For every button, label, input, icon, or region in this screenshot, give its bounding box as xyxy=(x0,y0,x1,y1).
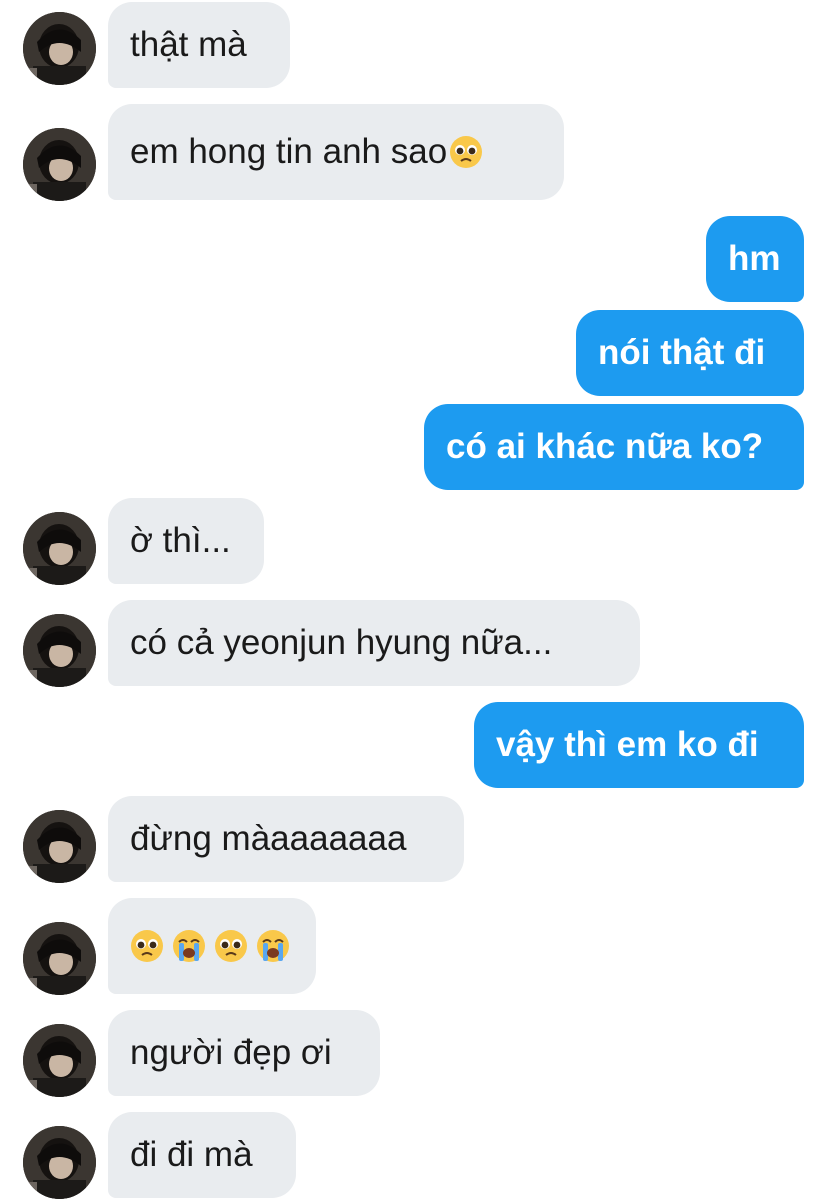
message-row xyxy=(0,898,828,995)
outgoing-message-bubble[interactable]: có ai khác nữa ko? xyxy=(424,404,804,490)
avatar[interactable] xyxy=(23,810,96,883)
message-row: đi đi mà xyxy=(0,1112,828,1199)
avatar-photo-icon xyxy=(23,810,96,883)
incoming-message-bubble[interactable]: em hong tin anh sao xyxy=(108,104,564,200)
pleading-face-icon xyxy=(131,930,163,962)
outgoing-message-bubble[interactable]: vậy thì em ko đi xyxy=(474,702,804,788)
avatar-photo-icon xyxy=(23,12,96,85)
message-row: thật mà xyxy=(0,2,828,88)
incoming-message-bubble[interactable]: đừng màaaaaaaa xyxy=(108,796,464,882)
message-text: em hong tin anh sao xyxy=(130,132,448,171)
avatar[interactable] xyxy=(23,12,96,85)
avatar[interactable] xyxy=(23,922,96,995)
message-row: vậy thì em ko đi xyxy=(0,702,828,788)
avatar-photo-icon xyxy=(23,614,96,687)
avatar[interactable] xyxy=(23,128,96,201)
avatar[interactable] xyxy=(23,1024,96,1097)
loudly-crying-face-icon xyxy=(257,930,289,962)
avatar[interactable] xyxy=(23,614,96,687)
incoming-emoji-bubble[interactable] xyxy=(108,898,316,994)
loudly-crying-face-icon xyxy=(173,930,205,962)
avatar-photo-icon xyxy=(23,922,96,995)
avatar[interactable] xyxy=(23,512,96,585)
incoming-message-bubble[interactable]: đi đi mà xyxy=(108,1112,296,1198)
avatar[interactable] xyxy=(23,1126,96,1199)
message-row: hm xyxy=(0,216,828,302)
incoming-message-bubble[interactable]: thật mà xyxy=(108,2,290,88)
pleading-face-icon xyxy=(215,930,247,962)
message-row: có cả yeonjun hyung nữa... xyxy=(0,600,828,687)
incoming-message-bubble[interactable]: ờ thì... xyxy=(108,498,264,584)
message-row: ờ thì... xyxy=(0,498,828,585)
avatar-photo-icon xyxy=(23,1024,96,1097)
message-row: nói thật đi xyxy=(0,310,828,396)
message-row: có ai khác nữa ko? xyxy=(0,404,828,490)
message-row: đừng màaaaaaaa xyxy=(0,796,828,883)
avatar-photo-icon xyxy=(23,1126,96,1199)
pleading-face-icon xyxy=(450,136,483,168)
message-row: em hong tin anh sao xyxy=(0,104,828,201)
incoming-message-bubble[interactable]: có cả yeonjun hyung nữa... xyxy=(108,600,640,686)
avatar-photo-icon xyxy=(23,128,96,201)
incoming-message-bubble[interactable]: người đẹp ơi xyxy=(108,1010,380,1096)
avatar-photo-icon xyxy=(23,512,96,585)
message-row: người đẹp ơi xyxy=(0,1010,828,1097)
outgoing-message-bubble[interactable]: nói thật đi xyxy=(576,310,804,396)
outgoing-message-bubble[interactable]: hm xyxy=(706,216,804,302)
